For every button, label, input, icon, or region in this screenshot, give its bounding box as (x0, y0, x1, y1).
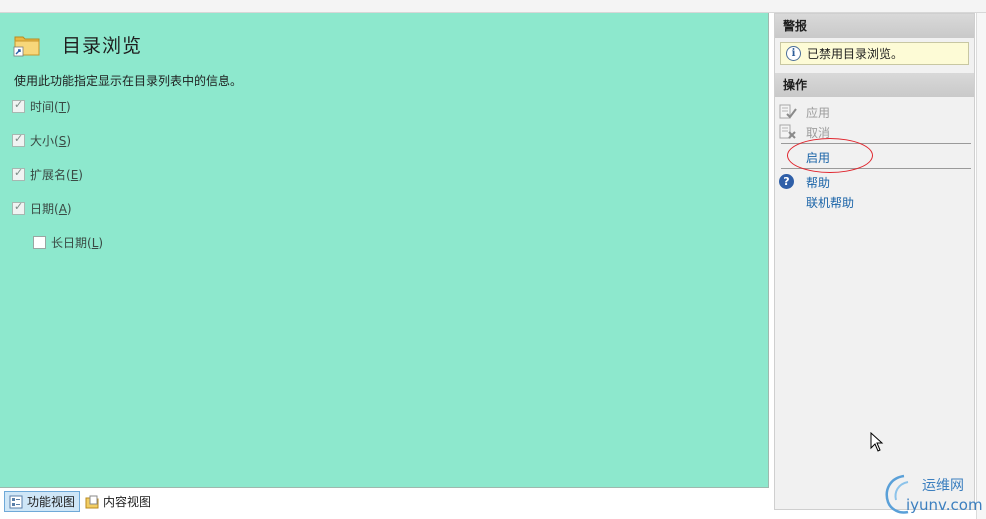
content-view-icon (85, 495, 99, 509)
option-size-label: 大小(S) (30, 133, 71, 148)
option-extension[interactable]: 扩展名(E) (12, 166, 83, 182)
help-icon: ? (779, 174, 794, 189)
alert-message: 已禁用目录浏览。 (807, 47, 904, 61)
apply-label: 应用 (806, 105, 831, 120)
help-action[interactable]: ? 帮助 (779, 173, 830, 191)
actions-heading: 操作 (775, 73, 974, 97)
folder-shortcut-icon (12, 29, 42, 59)
help-label: 帮助 (806, 175, 831, 190)
online-help-label: 联机帮助 (806, 195, 855, 210)
option-extension-label: 扩展名(E) (30, 167, 83, 182)
window-top-strip (0, 0, 986, 13)
option-long-date[interactable]: 长日期(L) (33, 234, 103, 250)
page-header: 目录浏览 (12, 27, 142, 61)
watermark-logo: 运维网 iyunv.com (882, 472, 983, 516)
tab-content-view[interactable]: 内容视图 (81, 491, 155, 512)
alerts-heading: 警报 (775, 14, 974, 38)
size-checkbox[interactable] (12, 132, 25, 147)
long-date-checkbox[interactable] (33, 235, 46, 249)
apply-icon (779, 104, 797, 120)
option-time[interactable]: 时间(T) (12, 98, 71, 114)
tab-features-view[interactable]: 功能视图 (4, 491, 81, 512)
feature-panel: 目录浏览 使用此功能指定显示在目录列表中的信息。 时间(T) 大小(S) 扩展名… (0, 13, 769, 488)
page-description: 使用此功能指定显示在目录列表中的信息。 (14, 74, 243, 88)
option-long-date-label: 长日期(L) (51, 235, 104, 250)
page-title: 目录浏览 (62, 34, 143, 57)
highlight-ellipse (787, 138, 873, 173)
date-checkbox[interactable] (12, 200, 25, 215)
help-icon-wrap: ? (779, 174, 797, 190)
info-icon: i (786, 46, 801, 61)
online-help-action[interactable]: 联机帮助 (779, 193, 854, 211)
option-size[interactable]: 大小(S) (12, 132, 71, 148)
content-view-label: 内容视图 (103, 495, 152, 509)
features-view-icon (9, 495, 23, 509)
view-switcher-bar: 功能视图 内容视图 (0, 489, 773, 519)
extension-checkbox[interactable] (12, 166, 25, 181)
online-help-icon-placeholder (779, 194, 797, 210)
watermark-text-cn: 运维网 (922, 478, 964, 494)
features-view-label: 功能视图 (27, 495, 76, 509)
apply-action[interactable]: 应用 (779, 103, 830, 121)
actions-pane-scrollbar[interactable] (976, 13, 986, 519)
option-date-label: 日期(A) (30, 201, 72, 216)
mouse-cursor-icon (870, 431, 884, 455)
time-checkbox[interactable] (12, 98, 25, 113)
option-date[interactable]: 日期(A) (12, 200, 72, 216)
option-time-label: 时间(T) (30, 99, 71, 114)
cancel-icon (779, 124, 797, 140)
watermark-text-url: iyunv.com (906, 496, 983, 514)
alert-box: i 已禁用目录浏览。 (780, 42, 969, 65)
